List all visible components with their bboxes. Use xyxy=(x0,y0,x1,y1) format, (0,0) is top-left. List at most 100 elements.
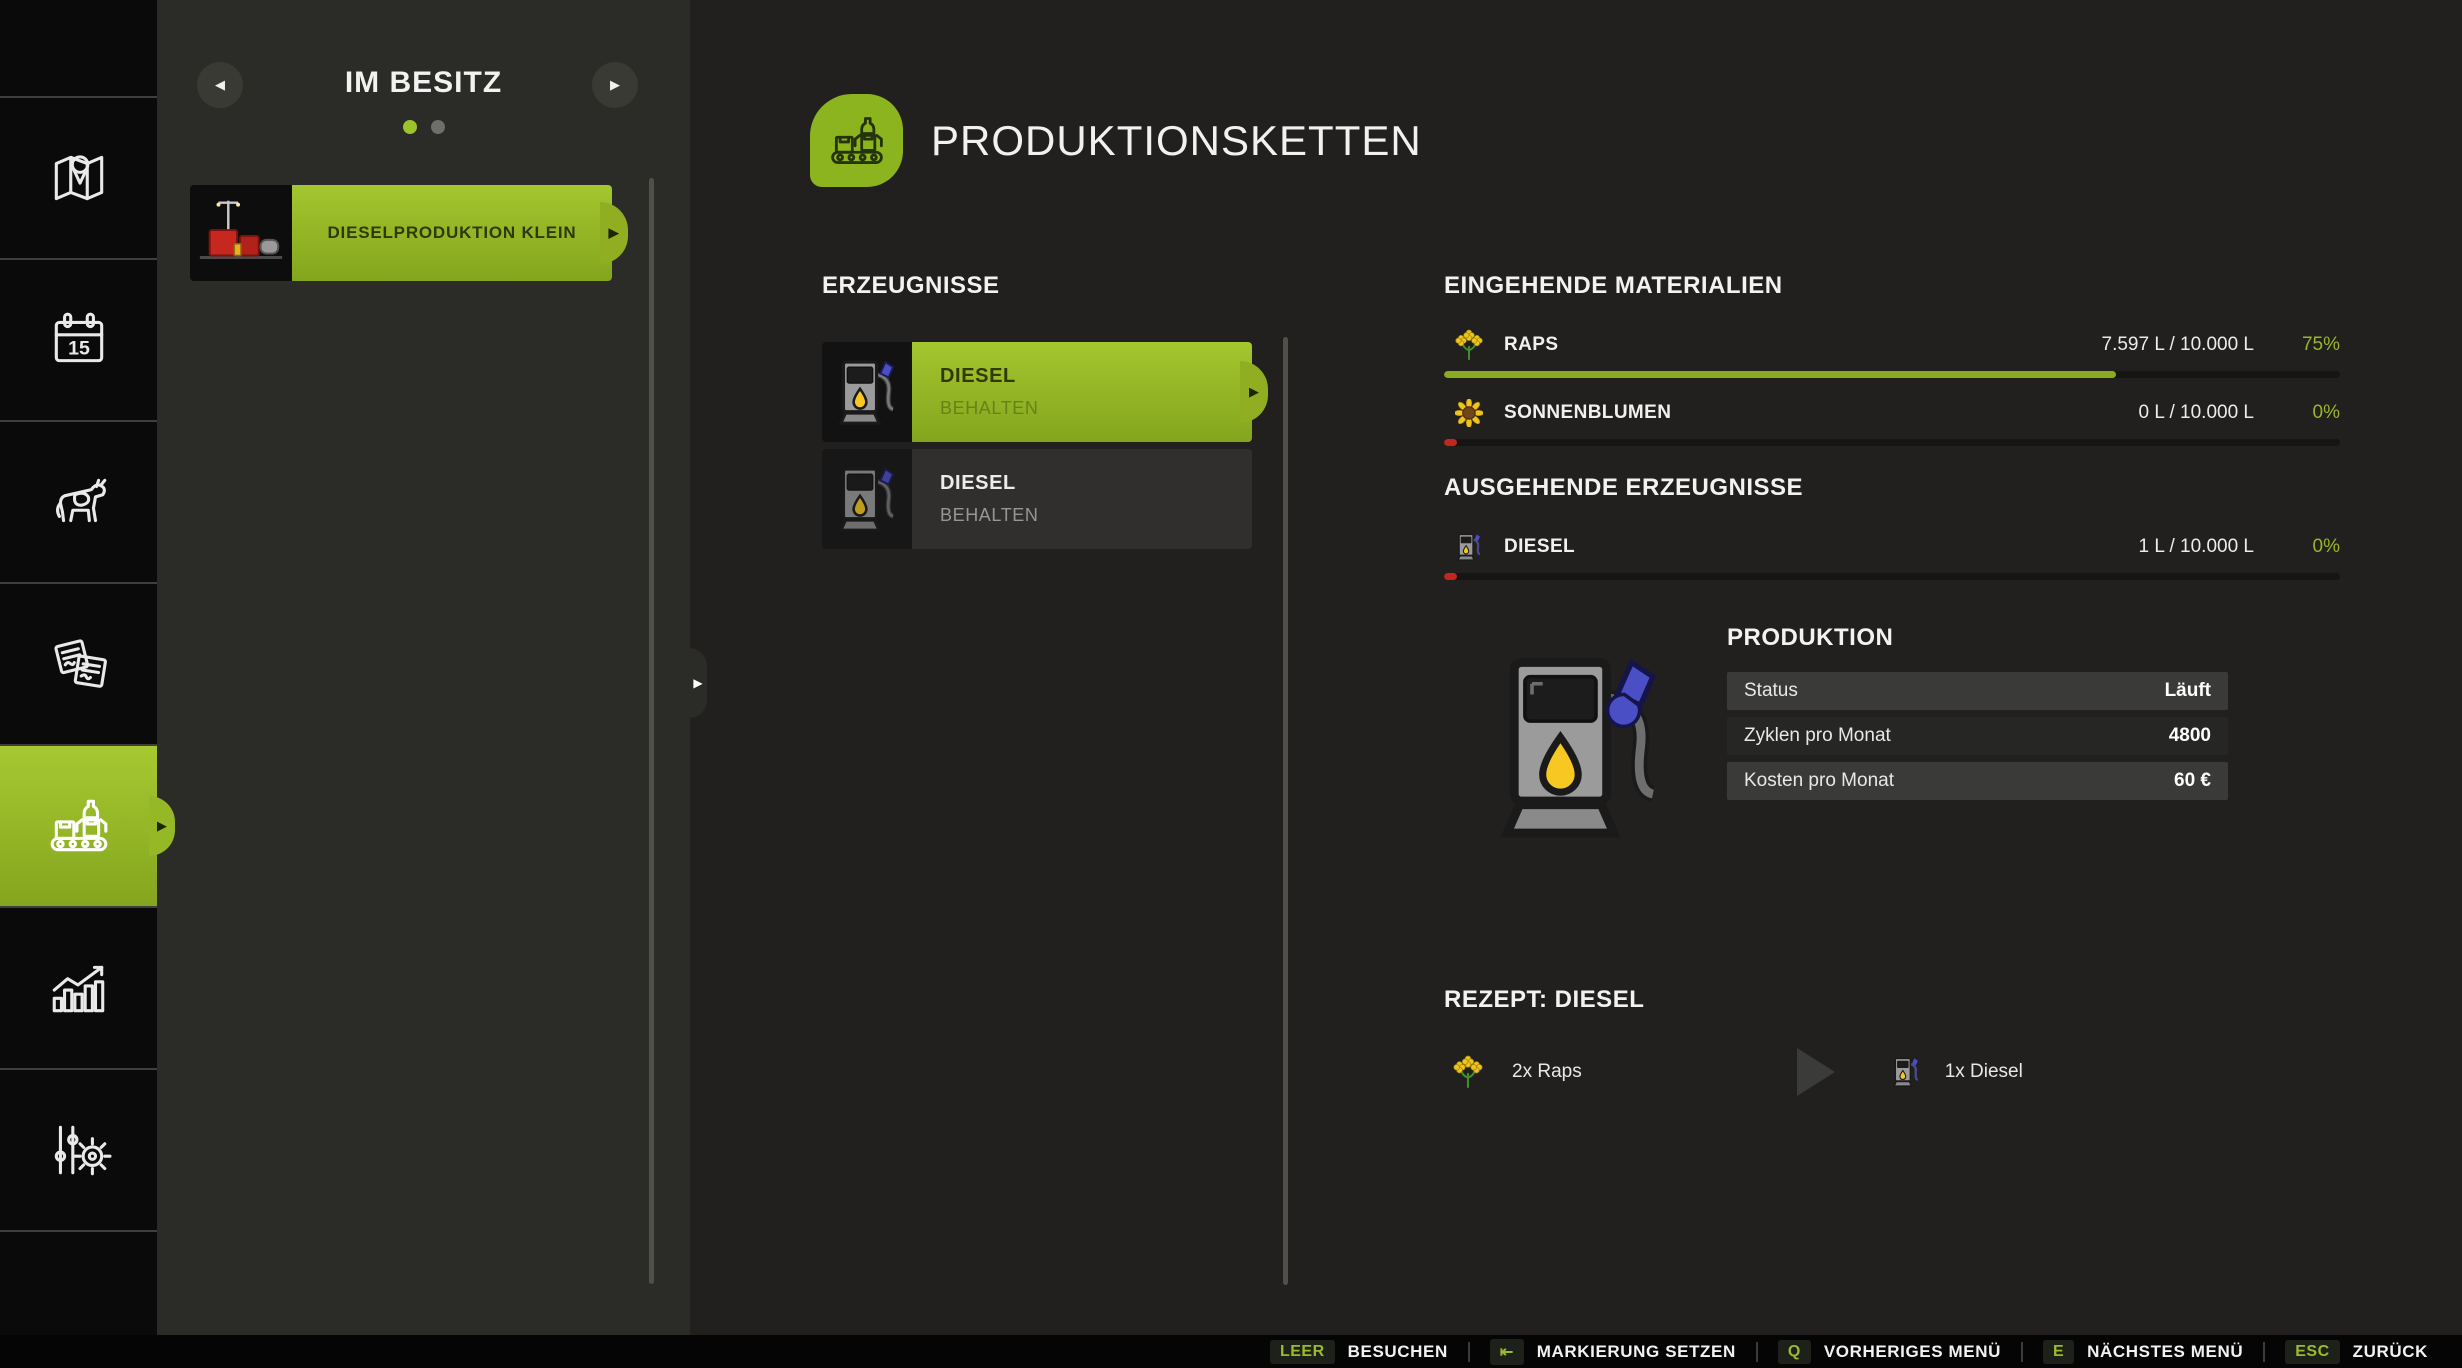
sunflower-icon xyxy=(1452,399,1486,427)
rail-spacer xyxy=(0,0,157,96)
products-list-scrollbar[interactable] xyxy=(1283,337,1288,1285)
inputs-section-title: EINGEHENDE MATERIALIEN xyxy=(1444,272,2340,300)
action-label: ZURÜCK xyxy=(2353,1342,2428,1362)
diesel-pump-icon xyxy=(822,449,912,549)
action-label: MARKIERUNG SETZEN xyxy=(1537,1342,1736,1362)
input-progress-fill xyxy=(1444,439,1457,446)
recipe-output-qty: 1x Diesel xyxy=(1945,1061,2023,1083)
action-label: BESUCHEN xyxy=(1348,1342,1448,1362)
sidebar-item-statistics[interactable] xyxy=(0,906,157,1068)
products-section: ERZEUGNISSE DIESEL BEHALTEN xyxy=(822,272,1252,556)
output-progress-bar xyxy=(1444,573,2340,580)
sidebar-item-map[interactable] xyxy=(0,96,157,258)
diesel-pump-icon xyxy=(822,342,912,442)
page-dot-active xyxy=(403,120,417,134)
output-amount: 1 L / 10.000 L xyxy=(2138,536,2254,558)
owned-panel-scrollbar[interactable] xyxy=(649,178,654,1284)
output-progress-fill xyxy=(1444,573,1457,580)
sidebar-item-production-chains[interactable]: ▶ xyxy=(0,744,157,906)
owned-item-label: DIESELPRODUKTION KLEIN xyxy=(327,223,576,243)
animals-icon xyxy=(46,469,112,535)
action-back[interactable]: ESC ZURÜCK xyxy=(2285,1340,2448,1364)
bottom-action-bar: LEER BESUCHEN ⇤ MARKIERUNG SETZEN Q VORH… xyxy=(0,1335,2462,1368)
output-name: DIESEL xyxy=(1504,536,2138,558)
statistics-icon xyxy=(46,955,112,1021)
owned-item-dieselproduktion[interactable]: DIESELPRODUKTION KLEIN ▶ xyxy=(190,185,612,281)
product-mode: BEHALTEN xyxy=(940,505,1252,526)
diesel-pump-icon xyxy=(1452,532,1486,562)
production-block: PRODUKTION Status Läuft Zyklen pro Monat… xyxy=(1444,624,2340,844)
products-section-title: ERZEUGNISSE xyxy=(822,272,1252,300)
main-content: PRODUKTIONSKETTEN ERZEUGNISSE xyxy=(690,0,2462,1368)
recipe-section: REZEPT: DIESEL 2x Raps xyxy=(1444,986,2340,1096)
page-next-button[interactable]: ▶ xyxy=(592,62,638,108)
calendar-icon: 15 xyxy=(46,307,112,373)
contracts-icon xyxy=(46,631,112,697)
diesel-pump-icon xyxy=(1893,1056,1919,1088)
row-label: Kosten pro Monat xyxy=(1744,770,1894,792)
separator xyxy=(1756,1342,1758,1362)
page-dots xyxy=(157,120,690,134)
action-label: VORHERIGES MENÜ xyxy=(1824,1342,2001,1362)
canola-icon xyxy=(1452,329,1486,361)
production-icon xyxy=(46,793,112,859)
input-row-raps: RAPS 7.597 L / 10.000 L 75% xyxy=(1444,324,2340,366)
action-next-menu[interactable]: E NÄCHSTES MENÜ xyxy=(2043,1340,2263,1364)
sidebar-item-animals[interactable] xyxy=(0,420,157,582)
product-item-diesel-selected[interactable]: DIESEL BEHALTEN ▶ xyxy=(822,342,1252,442)
product-label-area: DIESEL BEHALTEN xyxy=(912,449,1252,549)
canola-icon xyxy=(1452,1055,1484,1089)
production-chains-screen: 15 xyxy=(0,0,2462,1368)
sidebar-item-settings[interactable] xyxy=(0,1068,157,1230)
action-label: NÄCHSTES MENÜ xyxy=(2087,1342,2243,1362)
action-set-marker[interactable]: ⇤ MARKIERUNG SETZEN xyxy=(1490,1339,1756,1365)
settings-icon xyxy=(46,1117,112,1183)
arrow-right-icon: ▶ xyxy=(693,676,702,690)
sidebar-rail: 15 xyxy=(0,0,157,1368)
input-progress-bar xyxy=(1444,439,2340,446)
diesel-pump-illustration xyxy=(1500,648,1660,844)
action-previous-menu[interactable]: Q VORHERIGES MENÜ xyxy=(1778,1340,2021,1364)
key-q: Q xyxy=(1778,1340,1811,1364)
production-table: PRODUKTION Status Läuft Zyklen pro Monat… xyxy=(1727,624,2228,807)
input-percent: 75% xyxy=(2254,334,2340,356)
action-visit[interactable]: LEER BESUCHEN xyxy=(1270,1340,1468,1364)
production-section-title: PRODUKTION xyxy=(1727,624,2228,652)
row-value: Läuft xyxy=(2165,680,2211,702)
main-header: PRODUKTIONSKETTEN xyxy=(810,94,1422,187)
product-mode: BEHALTEN xyxy=(940,398,1252,419)
separator xyxy=(2263,1342,2265,1362)
arrow-right-icon: ▶ xyxy=(610,77,620,93)
page-title: PRODUKTIONSKETTEN xyxy=(931,117,1422,165)
row-value: 4800 xyxy=(2169,725,2211,747)
product-name: DIESEL xyxy=(940,365,1252,388)
row-value: 60 € xyxy=(2174,770,2211,792)
map-icon xyxy=(46,145,112,211)
production-row-status: Status Läuft xyxy=(1727,672,2228,710)
owned-item-label-area: DIESELPRODUKTION KLEIN ▶ xyxy=(292,185,612,281)
input-row-sonnenblumen: SONNENBLUMEN 0 L / 10.000 L 0% xyxy=(1444,392,2340,434)
input-name: RAPS xyxy=(1504,334,2102,356)
input-progress-fill xyxy=(1444,371,2116,378)
outputs-section-title: AUSGEHENDE ERZEUGNISSE xyxy=(1444,474,2340,502)
input-amount: 7.597 L / 10.000 L xyxy=(2102,334,2254,356)
page-dot-inactive xyxy=(431,120,445,134)
product-label-area: DIESEL BEHALTEN ▶ xyxy=(912,342,1252,442)
recipe-input-qty: 2x Raps xyxy=(1512,1061,1582,1083)
separator xyxy=(1468,1342,1470,1362)
recipe-arrow-icon xyxy=(1797,1048,1835,1096)
input-name: SONNENBLUMEN xyxy=(1504,402,2138,424)
sidebar-item-calendar[interactable]: 15 xyxy=(0,258,157,420)
owned-panel: ◀ IM BESITZ ▶ DIESELPRODUKT xyxy=(157,0,690,1368)
separator xyxy=(2021,1342,2023,1362)
production-row-cycles: Zyklen pro Monat 4800 xyxy=(1727,717,2228,755)
panel-collapse-handle[interactable]: ▶ xyxy=(689,648,707,718)
input-percent: 0% xyxy=(2254,402,2340,424)
selected-item-arrow-icon: ▶ xyxy=(600,202,628,264)
details-column: EINGEHENDE MATERIALIEN RAPS 7.597 L / 10… xyxy=(1444,272,2340,1096)
product-item-diesel[interactable]: DIESEL BEHALTEN xyxy=(822,449,1252,549)
output-row-diesel: DIESEL 1 L / 10.000 L 0% xyxy=(1444,526,2340,568)
input-progress-bar xyxy=(1444,371,2340,378)
sidebar-item-contracts[interactable] xyxy=(0,582,157,744)
key-esc: ESC xyxy=(2285,1340,2339,1364)
